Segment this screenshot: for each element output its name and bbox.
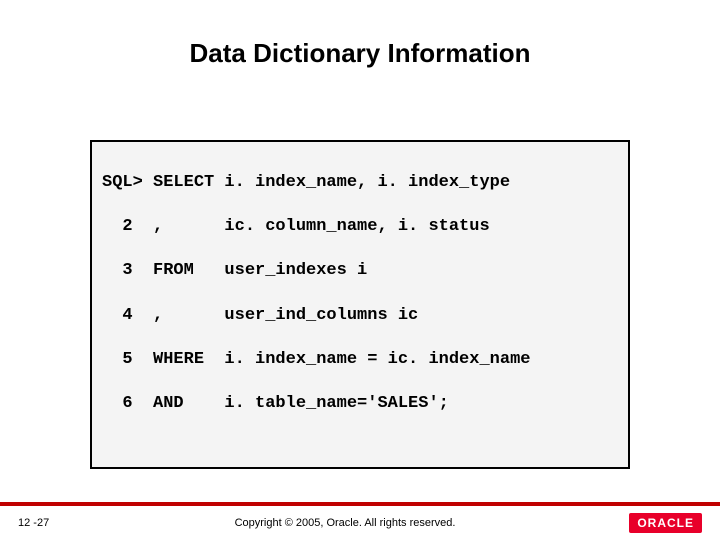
code-line: 4 , user_ind_columns ic	[102, 305, 618, 327]
code-line: 6 AND i. table_name='SALES';	[102, 393, 618, 415]
code-line: 5 WHERE i. index_name = ic. index_name	[102, 349, 618, 371]
slide: Data Dictionary Information SQL> SELECT …	[0, 0, 720, 540]
brand-logo: ORACLE	[592, 513, 702, 533]
code-line: 2 , ic. column_name, i. status	[102, 216, 618, 238]
oracle-logo-icon: ORACLE	[629, 513, 702, 533]
code-line: SQL> SELECT i. index_name, i. index_type	[102, 172, 618, 194]
sql-code-block: SQL> SELECT i. index_name, i. index_type…	[90, 140, 630, 469]
footer: 12 -27 Copyright © 2005, Oracle. All rig…	[0, 506, 720, 540]
page-number: 12 -27	[18, 517, 98, 529]
page-title: Data Dictionary Information	[0, 38, 720, 69]
code-line: 3 FROM user_indexes i	[102, 260, 618, 282]
copyright-text: Copyright © 2005, Oracle. All rights res…	[98, 517, 592, 529]
